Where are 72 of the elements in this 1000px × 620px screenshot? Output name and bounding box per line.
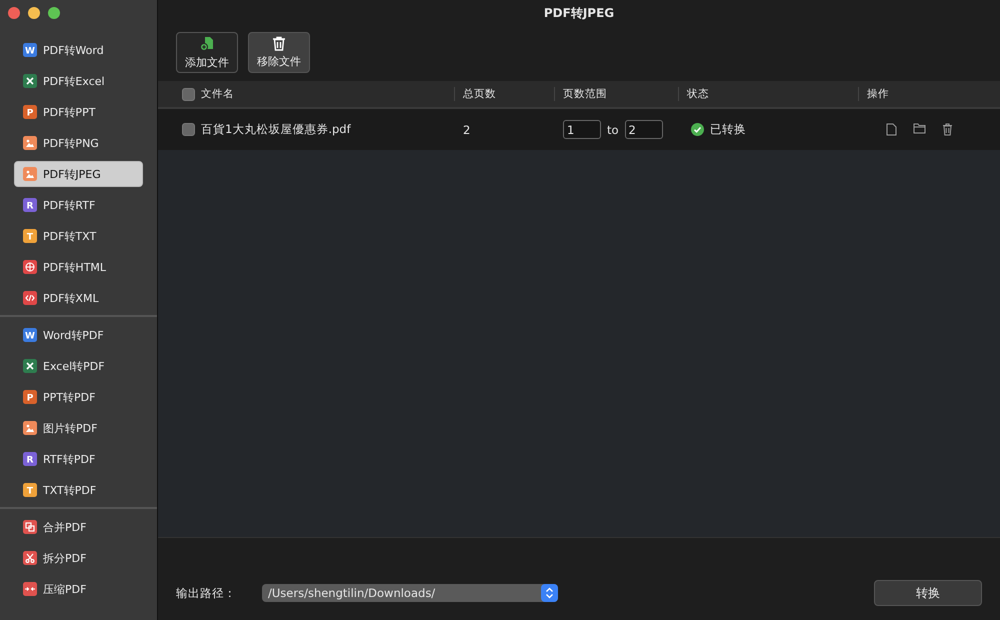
sidebar-item-label: 压缩PDF [43, 582, 86, 596]
trash-icon[interactable] [942, 123, 953, 136]
remove-file-button[interactable]: 移除文件 [248, 32, 310, 73]
sidebar-item[interactable]: T PDF转TXT [14, 223, 143, 249]
window-title: PDF转JPEG [542, 4, 616, 22]
stepper-icon [541, 584, 558, 602]
sidebar-item-label: 拆分PDF [43, 550, 86, 566]
sidebar-item-label: Excel转PDF [43, 358, 105, 374]
sidebar-item[interactable]: Excel转PDF [14, 353, 143, 379]
sidebar-item[interactable]: PDF转HTML [14, 254, 143, 280]
close-button[interactable] [8, 7, 20, 19]
trash-icon [272, 36, 286, 51]
sidebar-item[interactable]: P PDF转PPT [14, 99, 143, 125]
output-path-select[interactable]: /Users/shengtilin/Downloads/ [262, 584, 558, 602]
sidebar-item-label: Word转PDF [43, 328, 104, 342]
sidebar-item[interactable]: 压缩PDF [14, 576, 143, 602]
sidebar-item[interactable]: W Word转PDF [14, 322, 143, 348]
sidebar-item-label: PDF转TXT [43, 228, 96, 244]
column-header: 状态 [687, 87, 709, 101]
letter-icon: R [23, 452, 37, 466]
status-text: 已转换 [710, 122, 746, 137]
sidebar-item-label: PPT转PDF [43, 390, 96, 404]
sidebar-item-label: PDF转PPT [43, 104, 96, 120]
letter-icon: T [23, 229, 37, 243]
add-file-button[interactable]: 添加文件 [176, 32, 238, 73]
select-all-checkbox[interactable] [182, 88, 195, 100]
minimize-button[interactable] [28, 7, 40, 19]
column-header: 总页数 [463, 87, 496, 101]
column-header: 页数范围 [563, 87, 607, 101]
column-header: 文件名 [201, 87, 234, 101]
sidebar-item[interactable]: W PDF转Word [14, 37, 143, 63]
document-icon[interactable] [886, 123, 897, 136]
letter-icon: P [23, 390, 37, 404]
to-page-field[interactable]: 2 [624, 120, 663, 139]
sidebar-item[interactable]: R PDF转RTF [14, 192, 143, 218]
sidebar-item-label: TXT转PDF [43, 482, 96, 498]
letter-icon: R [23, 198, 37, 212]
sidebar-item-label: PDF转XML [43, 290, 99, 306]
sidebar-item[interactable]: P PPT转PDF [14, 384, 143, 410]
from-page-field[interactable]: 1 [563, 120, 601, 139]
sidebar-item[interactable]: 图片转PDF [14, 415, 143, 441]
sidebar-item-label: PDF转JPEG [43, 166, 101, 182]
sidebar-item-label: 合并PDF [43, 520, 86, 534]
sidebar-item[interactable]: 合并PDF [14, 514, 143, 540]
sidebar-item[interactable]: R RTF转PDF [14, 446, 143, 472]
sidebar-item-label: PDF转PNG [43, 136, 99, 150]
row-checkbox[interactable] [182, 123, 195, 136]
letter-icon: W [23, 328, 37, 342]
to-label: to [607, 122, 619, 136]
sidebar-item-label: PDF转HTML [43, 260, 106, 274]
output-path-label: 输出路径： [176, 586, 236, 600]
sidebar-item-label: PDF转Word [43, 42, 104, 58]
sidebar-item[interactable]: T TXT转PDF [14, 477, 143, 503]
file-name: 百貨1大丸松坂屋優惠券.pdf [201, 122, 351, 137]
letter-icon: P [23, 105, 37, 119]
sidebar-item-label: 图片转PDF [43, 420, 98, 436]
sidebar-item[interactable]: PDF转PNG [14, 130, 143, 156]
sidebar-item-label: RTF转PDF [43, 452, 96, 466]
column-header: 操作 [867, 87, 889, 101]
sidebar-item-label: PDF转Excel [43, 74, 105, 88]
page-count: 2 [463, 122, 470, 136]
zoom-button[interactable] [48, 7, 60, 19]
convert-button[interactable]: 转换 [874, 580, 982, 606]
sidebar-item[interactable]: PDF转JPEG [14, 161, 143, 187]
letter-icon: T [23, 483, 37, 497]
sidebar-item[interactable]: PDF转XML [14, 285, 143, 311]
letter-icon: W [23, 43, 37, 57]
add-file-icon [199, 36, 215, 52]
sidebar-item-label: PDF转RTF [43, 198, 96, 212]
folder-icon[interactable] [913, 123, 926, 134]
sidebar-item[interactable]: 拆分PDF [14, 545, 143, 571]
sidebar-item[interactable]: PDF转Excel [14, 68, 143, 94]
